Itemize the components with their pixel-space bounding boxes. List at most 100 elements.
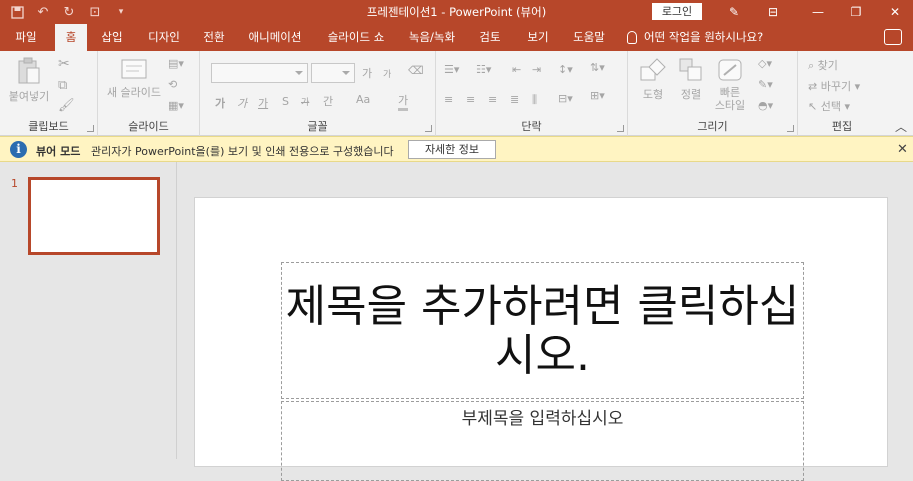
align-center-icon[interactable]: ≡: [466, 93, 475, 106]
ribbon: 붙여넣기 ✂ ⧉ 🖌 클립보드 새 슬라이드 ▤▾ ⟲ ▦▾ 슬라이드 가 가 …: [0, 51, 913, 136]
quick-styles-icon: [718, 59, 742, 81]
magic-wand-icon[interactable]: ✎: [723, 2, 745, 22]
font-dialog-launcher[interactable]: [425, 125, 432, 132]
login-button[interactable]: 로그인: [652, 3, 702, 20]
numbering-icon[interactable]: ☷▾: [476, 63, 491, 76]
shape-fill-icon[interactable]: ◇▾: [758, 57, 772, 70]
paste-icon: [18, 57, 40, 84]
viewer-mode-message: 관리자가 PowerPoint을(를) 보기 및 인쇄 전용으로 구성했습니다: [91, 145, 394, 158]
tab-slideshow[interactable]: 슬라이드 쇼: [320, 24, 392, 51]
ribbon-display-options-icon[interactable]: ⊟: [762, 2, 784, 22]
section-icon[interactable]: ▦▾: [168, 99, 184, 112]
restore-icon[interactable]: ❐: [845, 2, 867, 22]
drawing-dialog-launcher[interactable]: [787, 125, 794, 132]
text-direction-icon[interactable]: ⇅▾: [590, 61, 605, 74]
tab-review[interactable]: 검토: [472, 24, 508, 51]
more-info-button[interactable]: 자세한 정보: [408, 140, 496, 159]
editing-group-label: 편집: [831, 120, 853, 133]
font-size-select[interactable]: [311, 63, 355, 83]
reset-icon[interactable]: ⟲: [168, 78, 177, 91]
select-icon: ↖: [808, 100, 818, 113]
title-placeholder[interactable]: 제목을 추가하려면 클릭하십시오.: [281, 262, 804, 399]
shape-effects-icon[interactable]: ◓▾: [758, 99, 773, 112]
select-button[interactable]: ↖ 선택 ▾: [808, 98, 850, 114]
slides-group-label: 슬라이드: [128, 120, 169, 133]
replace-button[interactable]: ⇄ 바꾸기 ▾: [808, 78, 860, 94]
tab-animations[interactable]: 애니메이션: [243, 24, 307, 51]
lightbulb-icon: [627, 31, 637, 44]
minimize-icon[interactable]: —: [807, 2, 829, 22]
font-family-select[interactable]: [211, 63, 308, 83]
format-painter-icon[interactable]: 🖌: [58, 98, 75, 113]
subtitle-placeholder[interactable]: 부제목을 입력하십시오: [281, 401, 804, 481]
bullets-icon[interactable]: ☰▾: [444, 63, 459, 76]
quick-access-toolbar: ↶ ↻ ⊡ ▾: [6, 2, 132, 22]
tab-design[interactable]: 디자인: [139, 24, 189, 51]
group-clipboard: 붙여넣기 ✂ ⧉ 🖌 클립보드: [0, 51, 98, 136]
underline-button[interactable]: 가: [258, 95, 268, 111]
justify-icon[interactable]: ≣: [510, 93, 519, 106]
tab-record[interactable]: 녹음/녹화: [404, 24, 460, 51]
tab-help[interactable]: 도움말: [565, 24, 613, 51]
find-label: 찾기: [817, 59, 838, 72]
smartart-icon[interactable]: ⊞▾: [590, 89, 605, 102]
shapes-icon: [640, 58, 666, 81]
arrange-label: 정렬: [680, 88, 702, 101]
decrease-indent-icon[interactable]: ⇤: [512, 63, 521, 76]
paragraph-dialog-launcher[interactable]: [617, 125, 624, 132]
clear-format-icon[interactable]: ⌫: [408, 64, 424, 77]
font-color-button[interactable]: 가: [398, 92, 409, 111]
slide-canvas[interactable]: 제목을 추가하려면 클릭하십시오. 부제목을 입력하십시오: [194, 197, 888, 481]
select-label: 선택: [820, 100, 841, 113]
char-spacing-button[interactable]: 간: [323, 93, 333, 109]
shadow-button[interactable]: S: [282, 95, 289, 108]
close-message-icon[interactable]: ✕: [897, 142, 908, 157]
collapse-ribbon-icon[interactable]: ︿: [895, 118, 907, 135]
align-text-icon[interactable]: ⊟▾: [558, 92, 573, 105]
strikethrough-button[interactable]: 가: [301, 95, 309, 108]
italic-button[interactable]: 가: [237, 95, 247, 111]
undo-icon[interactable]: ↶: [32, 2, 54, 22]
customize-qat-icon[interactable]: ▾: [110, 2, 132, 22]
redo-icon[interactable]: ↻: [58, 2, 80, 22]
start-slideshow-icon[interactable]: ⊡: [84, 2, 106, 22]
replace-icon: ⇄: [808, 80, 818, 93]
group-font: 가 가 ⌫ 가 가 가 S 가 간 Aa 가 글꼴: [200, 51, 436, 136]
quick-styles-button[interactable]: 빠른 스타일: [710, 57, 750, 112]
bold-button[interactable]: 가: [215, 95, 225, 111]
change-case-button[interactable]: Aa: [356, 93, 370, 106]
comments-icon[interactable]: [884, 29, 902, 45]
tab-transitions[interactable]: 전환: [194, 24, 234, 51]
columns-icon[interactable]: ⫼: [532, 93, 537, 107]
copy-icon[interactable]: ⧉: [58, 78, 67, 93]
paste-label: 붙여넣기: [8, 90, 50, 103]
grow-font-button[interactable]: 가: [362, 65, 372, 81]
line-spacing-icon[interactable]: ↕▾: [558, 63, 573, 76]
layout-icon[interactable]: ▤▾: [168, 57, 184, 70]
shapes-button[interactable]: 도형: [636, 57, 670, 102]
tab-insert[interactable]: 삽입: [92, 24, 132, 51]
slide-thumbnail[interactable]: [28, 177, 160, 255]
new-slide-button[interactable]: 새 슬라이드: [102, 57, 166, 100]
tab-file[interactable]: 파일: [6, 24, 46, 51]
paste-button[interactable]: 붙여넣기: [6, 57, 52, 104]
clipboard-dialog-launcher[interactable]: [87, 125, 94, 132]
shrink-font-button[interactable]: 가: [383, 67, 391, 80]
increase-indent-icon[interactable]: ⇥: [532, 63, 541, 76]
arrange-button[interactable]: 정렬: [674, 57, 708, 102]
align-right-icon[interactable]: ≡: [488, 93, 497, 106]
save-icon[interactable]: [6, 2, 28, 22]
drawing-group-label: 그리기: [697, 120, 728, 133]
align-left-icon[interactable]: ≡: [444, 93, 453, 106]
replace-label: 바꾸기: [820, 80, 852, 93]
shape-outline-icon[interactable]: ✎▾: [758, 78, 773, 91]
find-button[interactable]: ⌕ 찾기: [808, 57, 838, 73]
tab-home[interactable]: 홈: [55, 24, 87, 51]
tell-me-search[interactable]: 어떤 작업을 원하시나요?: [627, 24, 763, 51]
close-icon[interactable]: ✕: [884, 2, 906, 22]
tell-me-text: 어떤 작업을 원하시나요?: [644, 30, 764, 44]
paragraph-group-label: 단락: [521, 120, 542, 133]
tab-view[interactable]: 보기: [520, 24, 556, 51]
cut-icon[interactable]: ✂: [58, 56, 70, 72]
arrange-icon: [679, 58, 702, 81]
